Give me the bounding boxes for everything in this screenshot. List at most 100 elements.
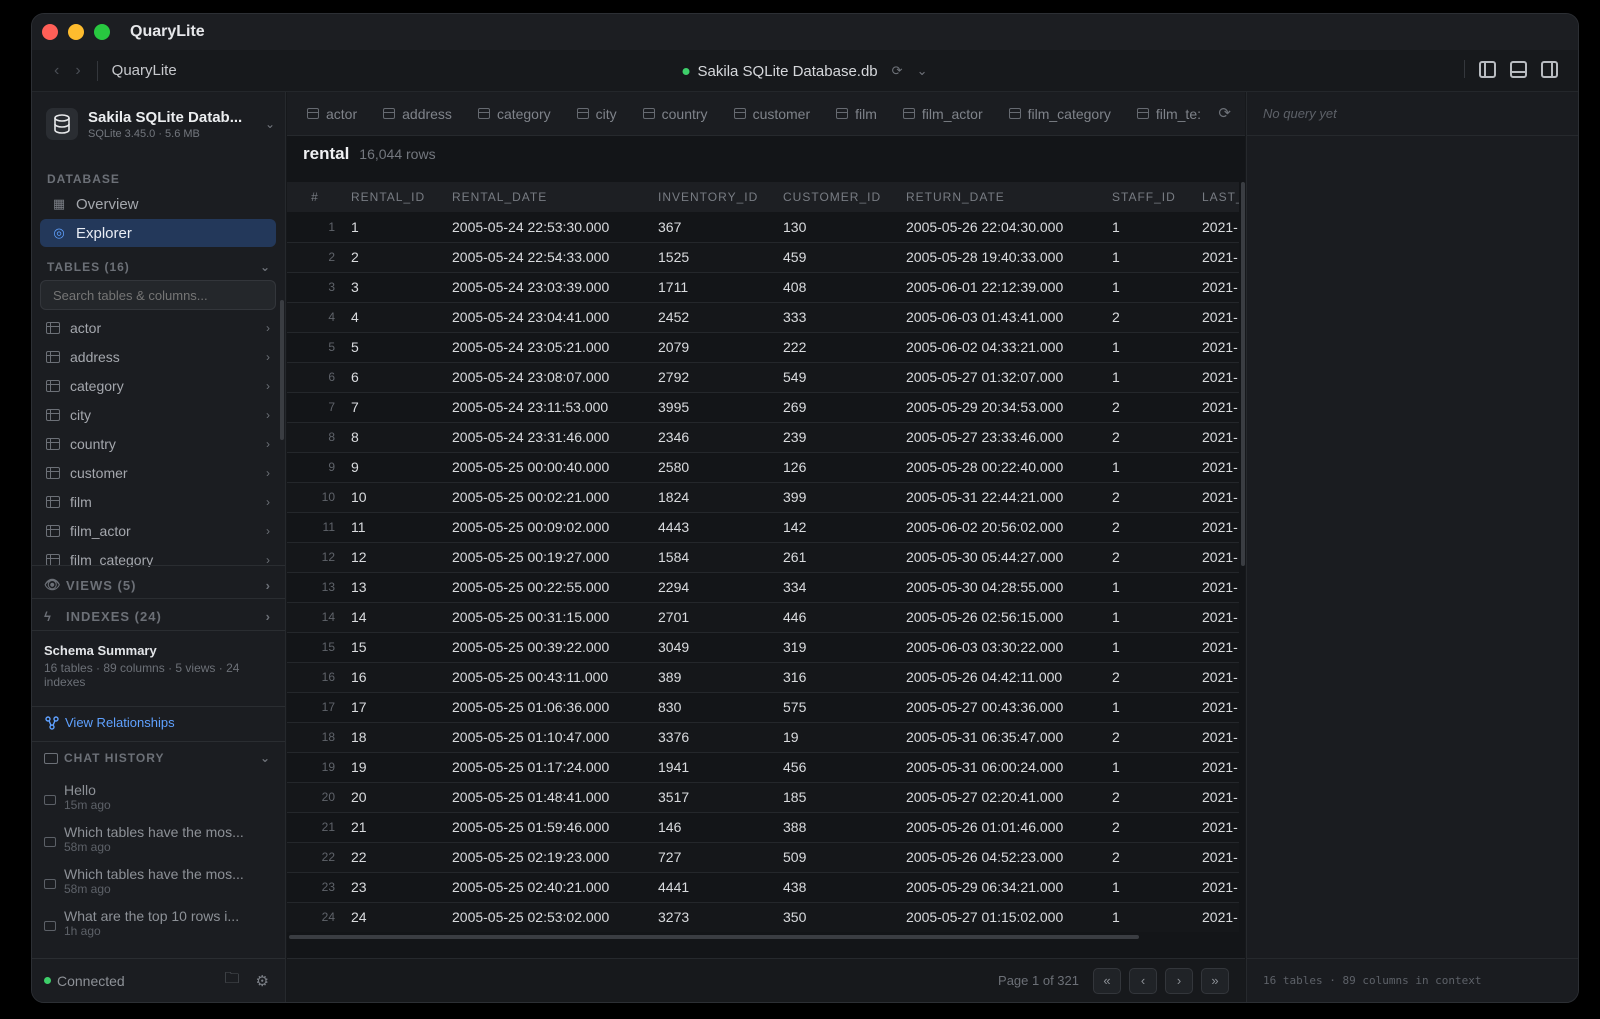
table-cell[interactable]: 2005-05-26 04:42:11.000 bbox=[898, 662, 1104, 693]
chat-history-item[interactable]: What are the top 10 rows i... 1h ago bbox=[44, 908, 274, 938]
table-cell[interactable]: 2021- bbox=[1194, 872, 1239, 903]
table-cell[interactable]: 13 bbox=[343, 572, 444, 603]
table-cell[interactable]: 438 bbox=[775, 872, 898, 903]
table-cell[interactable]: 2021- bbox=[1194, 362, 1239, 393]
table-cell[interactable]: 9 bbox=[343, 452, 444, 483]
table-cell[interactable]: 2005-05-25 00:22:55.000 bbox=[444, 572, 650, 603]
table-cell[interactable]: 399 bbox=[775, 482, 898, 513]
table-cell[interactable]: 334 bbox=[775, 572, 898, 603]
table-cell[interactable]: 575 bbox=[775, 692, 898, 723]
table-cell[interactable]: 1 bbox=[1104, 902, 1194, 932]
table-cell[interactable]: 2021- bbox=[1194, 512, 1239, 543]
table-cell[interactable]: 2005-05-25 00:09:02.000 bbox=[444, 512, 650, 543]
table-row[interactable]: 22 22 2005-05-25 02:19:23.000 727 509 2005-05… bbox=[287, 842, 1239, 873]
tab-city[interactable]: city bbox=[576, 106, 617, 122]
table-cell[interactable]: 319 bbox=[775, 632, 898, 663]
folder-icon[interactable]: 🗀 bbox=[225, 968, 240, 993]
table-cell[interactable]: 18 bbox=[343, 722, 444, 753]
table-cell[interactable]: 2079 bbox=[650, 332, 775, 363]
table-row[interactable]: 16 16 2005-05-25 00:43:11.000 389 316 2005-05… bbox=[287, 662, 1239, 693]
table-cell[interactable]: 446 bbox=[775, 602, 898, 633]
table-cell[interactable]: 2346 bbox=[650, 422, 775, 453]
table-cell[interactable]: 17 bbox=[343, 692, 444, 723]
table-cell[interactable]: 1584 bbox=[650, 542, 775, 573]
table-cell[interactable]: 1 bbox=[1104, 572, 1194, 603]
table-cell[interactable]: 2 bbox=[1104, 422, 1194, 453]
table-cell[interactable]: 2005-05-25 02:40:21.000 bbox=[444, 872, 650, 903]
refresh-icon[interactable]: ⟳ bbox=[892, 63, 903, 79]
tab-address[interactable]: address bbox=[383, 106, 452, 122]
table-cell[interactable]: 1 bbox=[1104, 752, 1194, 783]
table-cell[interactable]: 4 bbox=[343, 302, 444, 333]
database-card[interactable]: Sakila SQLite Datab... SQLite 3.45.0 · 5… bbox=[46, 106, 275, 142]
table-cell[interactable]: 2005-05-25 01:59:46.000 bbox=[444, 812, 650, 843]
table-cell[interactable]: 2005-05-25 00:02:21.000 bbox=[444, 482, 650, 513]
column-header[interactable]: RETURN_DATE bbox=[898, 182, 1104, 212]
table-row[interactable]: 6 6 2005-05-24 23:08:07.000 2792 549 2005-05-… bbox=[287, 362, 1239, 393]
table-cell[interactable]: 2005-05-25 01:06:36.000 bbox=[444, 692, 650, 723]
table-row[interactable]: 14 14 2005-05-25 00:31:15.000 2701 446 2005-0… bbox=[287, 602, 1239, 633]
indexes-section[interactable]: ϟ INDEXES (24) › bbox=[44, 604, 271, 628]
table-cell[interactable]: 185 bbox=[775, 782, 898, 813]
table-cell[interactable]: 2005-05-25 01:48:41.000 bbox=[444, 782, 650, 813]
table-cell[interactable]: 2 bbox=[1104, 662, 1194, 693]
table-cell[interactable]: 1 bbox=[1104, 632, 1194, 663]
table-cell[interactable]: 2005-05-25 00:00:40.000 bbox=[444, 452, 650, 483]
tables-section-header[interactable]: TABLES (16) ⌄ bbox=[47, 260, 271, 274]
tab-film-actor[interactable]: film_actor bbox=[902, 106, 983, 122]
table-cell[interactable]: 142 bbox=[775, 512, 898, 543]
table-cell[interactable]: 2021- bbox=[1194, 332, 1239, 363]
table-row[interactable]: 17 17 2005-05-25 01:06:36.000 830 575 2005-05… bbox=[287, 692, 1239, 723]
table-cell[interactable]: 1941 bbox=[650, 752, 775, 783]
table-row[interactable]: 8 8 2005-05-24 23:31:46.000 2346 239 2005-05-… bbox=[287, 422, 1239, 453]
table-cell[interactable]: 1 bbox=[1104, 452, 1194, 483]
table-cell[interactable]: 2005-05-25 02:19:23.000 bbox=[444, 842, 650, 873]
toggle-left-panel-icon[interactable] bbox=[1479, 60, 1496, 78]
sidebar-item-country[interactable]: country › bbox=[40, 429, 276, 458]
table-cell[interactable]: 1 bbox=[1104, 602, 1194, 633]
nav-explorer[interactable]: ◎ Explorer bbox=[40, 219, 276, 247]
column-header[interactable]: STAFF_ID bbox=[1104, 182, 1194, 212]
table-cell[interactable]: 2 bbox=[1104, 542, 1194, 573]
table-cell[interactable]: 222 bbox=[775, 332, 898, 363]
table-cell[interactable]: 2005-05-26 04:52:23.000 bbox=[898, 842, 1104, 873]
table-cell[interactable]: 2021- bbox=[1194, 212, 1239, 243]
table-row[interactable]: 4 4 2005-05-24 23:04:41.000 2452 333 2005-06-… bbox=[287, 302, 1239, 333]
sidebar-item-film-actor[interactable]: film_actor › bbox=[40, 516, 276, 545]
table-cell[interactable]: 2021- bbox=[1194, 392, 1239, 423]
minimize-window-button[interactable] bbox=[68, 24, 84, 40]
table-cell[interactable]: 2005-05-28 00:22:40.000 bbox=[898, 452, 1104, 483]
table-cell[interactable]: 830 bbox=[650, 692, 775, 723]
table-cell[interactable]: 2 bbox=[343, 242, 444, 273]
table-cell[interactable]: 2021- bbox=[1194, 752, 1239, 783]
sidebar-item-film[interactable]: film › bbox=[40, 487, 276, 516]
prev-page-button[interactable]: ‹ bbox=[1129, 967, 1157, 994]
chat-history-item[interactable]: Hello 15m ago bbox=[44, 782, 274, 812]
back-arrow-icon[interactable]: ‹ bbox=[54, 62, 59, 80]
views-section[interactable]: 👁 VIEWS (5) › bbox=[44, 573, 271, 597]
table-cell[interactable]: 2005-05-31 22:44:21.000 bbox=[898, 482, 1104, 513]
table-cell[interactable]: 2005-05-25 01:10:47.000 bbox=[444, 722, 650, 753]
next-page-button[interactable]: › bbox=[1165, 967, 1193, 994]
last-page-button[interactable]: » bbox=[1201, 967, 1229, 994]
gear-icon[interactable]: ⚙ bbox=[256, 972, 269, 990]
view-relationships-link[interactable]: View Relationships bbox=[45, 715, 175, 730]
table-cell[interactable]: 6 bbox=[343, 362, 444, 393]
table-cell[interactable]: 2005-05-24 23:11:53.000 bbox=[444, 392, 650, 423]
table-cell[interactable]: 2452 bbox=[650, 302, 775, 333]
table-cell[interactable]: 239 bbox=[775, 422, 898, 453]
table-cell[interactable]: 2005-05-27 01:15:02.000 bbox=[898, 902, 1104, 932]
table-cell[interactable]: 2005-05-25 00:43:11.000 bbox=[444, 662, 650, 693]
search-tables-input[interactable] bbox=[40, 280, 276, 310]
nav-overview[interactable]: ▦ Overview bbox=[40, 190, 276, 218]
chevron-down-icon[interactable]: ⌄ bbox=[265, 117, 275, 131]
table-cell[interactable]: 3273 bbox=[650, 902, 775, 932]
column-header[interactable]: CUSTOMER_ID bbox=[775, 182, 898, 212]
table-cell[interactable]: 2005-05-25 00:19:27.000 bbox=[444, 542, 650, 573]
sidebar-scrollbar[interactable] bbox=[280, 300, 284, 440]
table-cell[interactable]: 2 bbox=[1104, 512, 1194, 543]
table-cell[interactable]: 3517 bbox=[650, 782, 775, 813]
table-cell[interactable]: 15 bbox=[343, 632, 444, 663]
tab-actor[interactable]: actor bbox=[307, 106, 357, 122]
table-cell[interactable]: 1711 bbox=[650, 272, 775, 303]
